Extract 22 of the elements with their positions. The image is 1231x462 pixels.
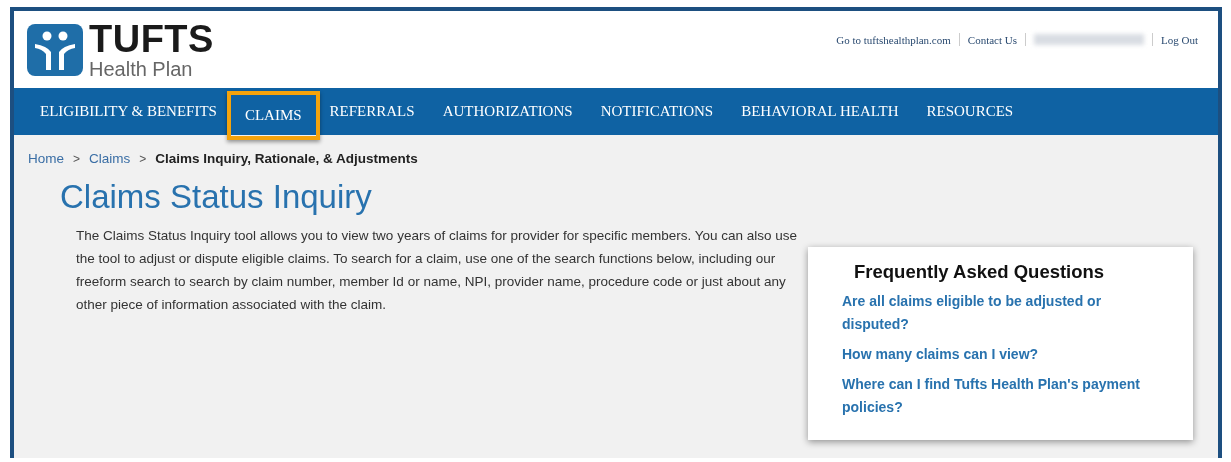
header-link[interactable]: Go to tuftshealthplan.com — [828, 33, 959, 46]
breadcrumb-current: Claims Inquiry, Rationale, & Adjustments — [155, 151, 418, 166]
logo-icon — [27, 23, 83, 76]
breadcrumb-link[interactable]: Home — [28, 151, 64, 166]
intro-paragraph: The Claims Status Inquiry tool allows you to view two years of claims for provider for specific members. You can also use the tool to adjust or dispute eligible claims. To search for a claim, use one of the search functions below, including our freeform search to search by claim number, member Id or name, NPI, provider name, procedure code or just about any other piece of information associated with the claim. — [76, 227, 799, 314]
faq-link[interactable]: How many claims can I view? — [842, 343, 1171, 366]
breadcrumb-separator: > — [73, 152, 81, 166]
logo-subtitle: Health Plan — [89, 59, 194, 79]
nav-item[interactable]: BEHAVIORAL HEALTH — [727, 89, 913, 134]
faq-link[interactable]: Are all claims eligible to be adjusted or disputed? — [842, 290, 1171, 336]
nav-item[interactable]: CLAIMS — [226, 91, 320, 140]
nav-item[interactable]: RESOURCES — [912, 89, 1028, 134]
faq-title: Frequently Asked Questions — [854, 261, 1106, 283]
logo-title: TUFTS — [89, 20, 214, 58]
page-title: Claims Status Inquiry — [60, 178, 373, 216]
nav-item[interactable]: AUTHORIZATIONS — [428, 89, 587, 134]
breadcrumb-link[interactable]: Claims — [89, 151, 131, 166]
header-link[interactable]: Contact Us — [959, 33, 1025, 46]
faq-link[interactable]: Where can I find Tufts Health Plan's payment policies? — [842, 373, 1171, 419]
nav-item[interactable]: NOTIFICATIONS — [586, 89, 728, 134]
header-link[interactable]: Log Out — [1153, 33, 1206, 46]
breadcrumb-separator: > — [139, 152, 147, 166]
